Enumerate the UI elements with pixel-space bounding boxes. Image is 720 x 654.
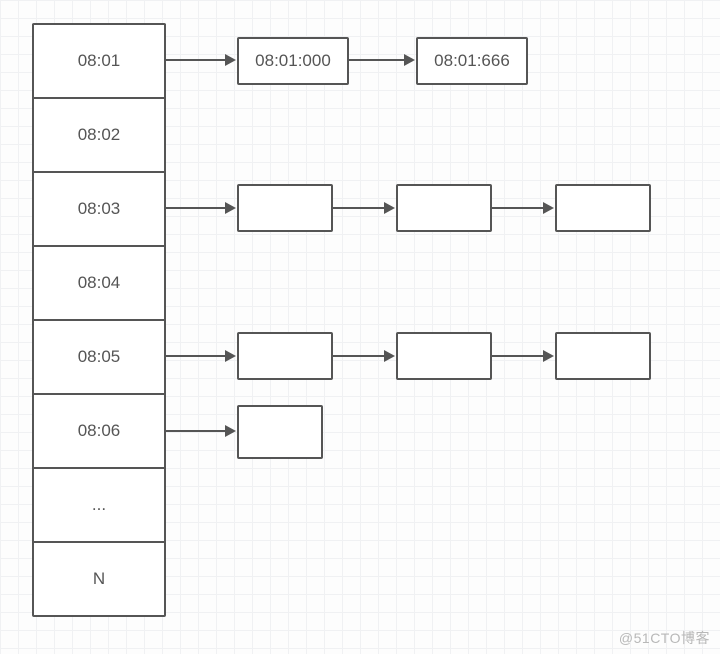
time-cell: 08:02	[34, 99, 164, 173]
node-label: 08:01:000	[255, 51, 331, 71]
arrow-icon	[331, 355, 393, 357]
arrow-icon	[490, 355, 552, 357]
time-cell-label: N	[93, 569, 105, 589]
arrow-icon	[164, 430, 234, 432]
list-node	[237, 332, 333, 380]
list-node	[396, 184, 492, 232]
time-cell: 08:05	[34, 321, 164, 395]
node-label: 08:01:666	[434, 51, 510, 71]
list-node: 08:01:666	[416, 37, 528, 85]
time-cell: 08:03	[34, 173, 164, 247]
diagram-canvas: 08:01 08:02 08:03 08:04 08:05 08:06 ... …	[0, 0, 720, 654]
arrow-icon	[164, 59, 234, 61]
time-cell-label: 08:06	[78, 421, 121, 441]
time-cell-label: 08:02	[78, 125, 121, 145]
list-node	[396, 332, 492, 380]
arrow-icon	[490, 207, 552, 209]
time-cell-label: 08:04	[78, 273, 121, 293]
list-node	[237, 184, 333, 232]
list-node	[237, 405, 323, 459]
time-cell-label: 08:05	[78, 347, 121, 367]
time-cell: N	[34, 543, 164, 617]
watermark: @51CTO博客	[619, 628, 710, 648]
time-cell-label: 08:01	[78, 51, 121, 71]
time-cell-label: 08:03	[78, 199, 121, 219]
time-cell: 08:04	[34, 247, 164, 321]
time-cell: 08:01	[34, 25, 164, 99]
list-node: 08:01:000	[237, 37, 349, 85]
arrow-icon	[164, 207, 234, 209]
arrow-icon	[347, 59, 413, 61]
time-cell: ...	[34, 469, 164, 543]
list-node	[555, 332, 651, 380]
time-cell-label: ...	[92, 495, 106, 515]
time-cell: 08:06	[34, 395, 164, 469]
watermark-text: @51CTO博客	[619, 630, 710, 646]
arrow-icon	[164, 355, 234, 357]
time-column: 08:01 08:02 08:03 08:04 08:05 08:06 ... …	[32, 23, 166, 617]
arrow-icon	[331, 207, 393, 209]
list-node	[555, 184, 651, 232]
